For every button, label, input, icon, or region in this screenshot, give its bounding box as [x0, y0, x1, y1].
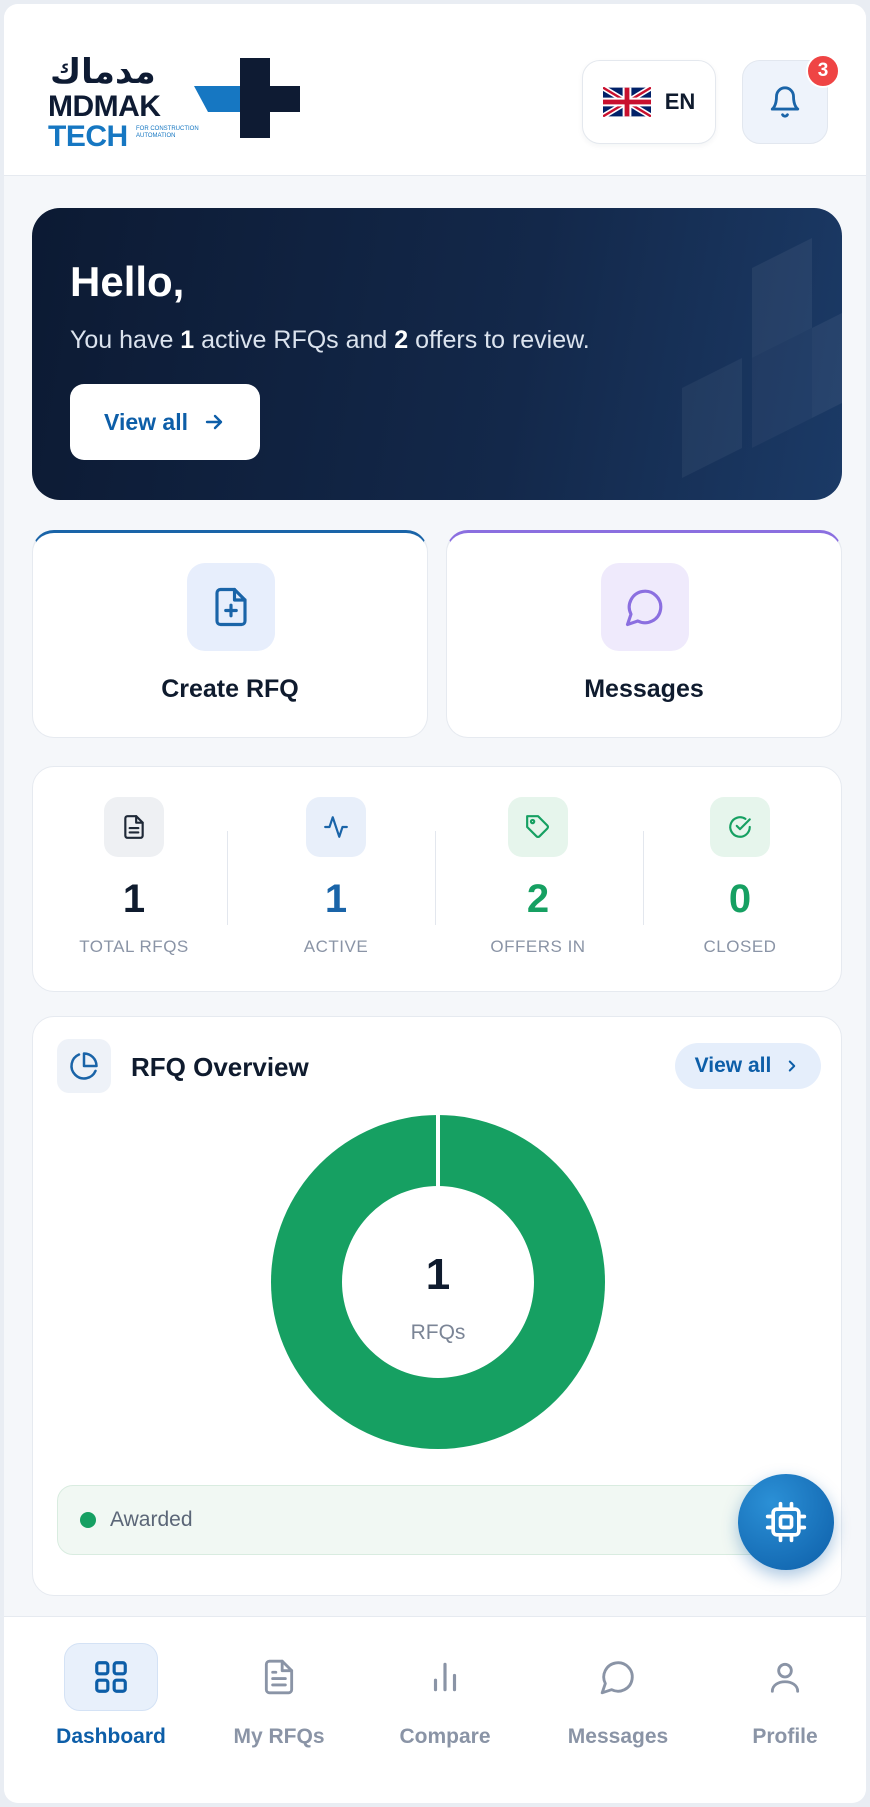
- stat-icon-box: [306, 797, 366, 857]
- stat-value: 1: [324, 877, 348, 921]
- chip-icon: [765, 1501, 807, 1543]
- tag-icon: [526, 815, 549, 838]
- nav-icon-box: [64, 1643, 158, 1711]
- legend-label-awarded: Awarded: [110, 1508, 193, 1531]
- nav-label: Messages: [567, 1725, 669, 1748]
- bar-chart-icon: [433, 1662, 457, 1692]
- logo-line-1: MDMAK: [48, 90, 161, 123]
- bottom-navigation: Dashboard My RFQs Compare Messages Profi…: [4, 1616, 866, 1803]
- mdmak-tech-logo[interactable]: مدماك MDMAK TECH FOR CONSTRUCTION AUTOMA…: [46, 52, 316, 153]
- greeting-heading: Hello,: [70, 258, 185, 305]
- stat-value: 0: [728, 877, 752, 921]
- check-circle-icon: [729, 816, 751, 838]
- ai-assistant-button[interactable]: [738, 1474, 834, 1570]
- activity-icon: [324, 816, 348, 838]
- nav-my-rfqs[interactable]: My RFQs: [204, 1639, 354, 1759]
- app-frame: مدماك MDMAK TECH FOR CONSTRUCTION AUTOMA…: [4, 4, 866, 1803]
- stat-offers-in[interactable]: 2 OFFERS IN: [437, 767, 639, 993]
- nav-icon-box: [738, 1643, 832, 1711]
- banner-view-all-button[interactable]: View all: [70, 384, 260, 460]
- banner-summary: You have 1 active RFQs and 2 offers to r…: [70, 326, 590, 354]
- overview-icon-box: [57, 1039, 111, 1093]
- nav-icon-box: [398, 1643, 492, 1711]
- nav-compare[interactable]: Compare: [370, 1639, 520, 1759]
- create-rfq-card[interactable]: Create RFQ: [32, 530, 428, 738]
- legend-dot-awarded: [80, 1512, 96, 1528]
- language-button[interactable]: EN: [582, 60, 716, 144]
- banner-decoration-icon: [682, 238, 842, 478]
- top-header: مدماك MDMAK TECH FOR CONSTRUCTION AUTOMA…: [4, 4, 866, 176]
- chevron-right-icon: [789, 1060, 796, 1072]
- document-icon: [124, 815, 144, 839]
- nav-label: Profile: [752, 1725, 818, 1748]
- nav-icon-box: [232, 1643, 326, 1711]
- donut-center-label: RFQs: [411, 1321, 466, 1344]
- active-rfqs-count: 1: [180, 326, 195, 354]
- rfq-overview-card: RFQ Overview View all 1 RFQs Awarded: [32, 1016, 842, 1596]
- create-rfq-label: Create RFQ: [161, 675, 299, 703]
- stat-closed[interactable]: 0 CLOSED: [639, 767, 841, 993]
- logo-arabic-text: مدماك: [50, 53, 156, 91]
- overview-view-all-label: View all: [694, 1054, 772, 1077]
- user-icon: [770, 1662, 800, 1693]
- nav-dashboard[interactable]: Dashboard: [36, 1639, 186, 1759]
- stat-active[interactable]: 1 ACTIVE: [235, 767, 437, 993]
- overview-view-all-button[interactable]: View all: [675, 1043, 821, 1089]
- welcome-banner: Hello, You have 1 active RFQs and 2 offe…: [32, 208, 842, 500]
- pie-chart-icon: [70, 1052, 98, 1080]
- stat-label: TOTAL RFQS: [79, 937, 189, 956]
- notification-count-badge: 3: [806, 54, 840, 88]
- chat-bubble-icon: [600, 1661, 634, 1695]
- stat-value: 2: [526, 877, 550, 921]
- logo-line-2: TECH: [48, 120, 128, 153]
- stat-divider: [435, 831, 436, 925]
- banner-view-all-label: View all: [104, 408, 188, 435]
- stat-icon-box: [710, 797, 770, 857]
- nav-profile[interactable]: Profile: [710, 1639, 860, 1759]
- messages-label: Messages: [584, 675, 704, 703]
- stat-label: CLOSED: [703, 937, 777, 956]
- messages-icon-box: [601, 563, 689, 651]
- nav-label: Compare: [399, 1725, 491, 1748]
- create-rfq-icon-box: [187, 563, 275, 651]
- language-code: EN: [664, 89, 696, 114]
- rfq-donut-chart[interactable]: 1 RFQs: [269, 1113, 607, 1451]
- stat-total-rfqs[interactable]: 1 TOTAL RFQS: [33, 767, 235, 993]
- arrow-right-icon: [205, 414, 223, 430]
- file-plus-icon: [215, 587, 247, 627]
- nav-label: Dashboard: [56, 1725, 166, 1748]
- file-list-icon: [264, 1659, 294, 1695]
- stat-value: 1: [122, 877, 146, 921]
- nav-messages[interactable]: Messages: [543, 1639, 693, 1759]
- stat-divider: [227, 831, 228, 925]
- nav-label: My RFQs: [233, 1725, 325, 1748]
- stat-label: ACTIVE: [303, 937, 369, 956]
- bell-icon: [770, 86, 800, 118]
- overview-title: RFQ Overview: [131, 1052, 309, 1082]
- messages-card[interactable]: Messages: [446, 530, 842, 738]
- stat-icon-box: [508, 797, 568, 857]
- donut-center-value: 1: [426, 1250, 450, 1299]
- chart-legend: Awarded: [57, 1485, 819, 1555]
- grid-icon: [95, 1661, 127, 1693]
- uk-flag-icon: [602, 87, 651, 117]
- donut-slice-gap: [436, 1113, 440, 1192]
- offers-count: 2: [394, 326, 409, 354]
- stat-icon-box: [104, 797, 164, 857]
- stat-label: OFFERS IN: [490, 937, 586, 956]
- rfq-stats-panel: 1 TOTAL RFQS 1 ACTIVE 2 OFFERS IN 0 CLOS…: [32, 766, 842, 992]
- nav-icon-box: [571, 1643, 665, 1711]
- chat-bubble-icon: [625, 589, 663, 627]
- logo-mark-icon: [194, 58, 300, 138]
